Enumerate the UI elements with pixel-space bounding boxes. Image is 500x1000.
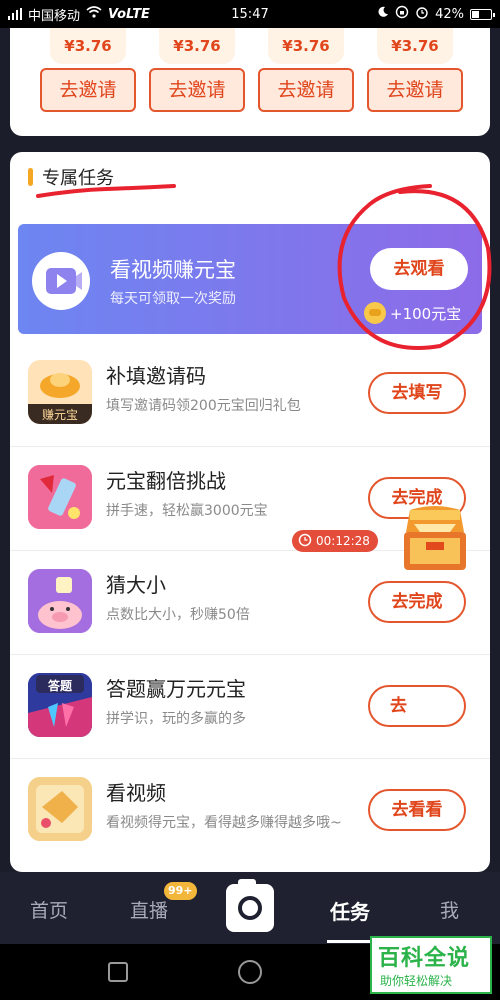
ingot-coin-icon [364, 302, 386, 324]
nav-live[interactable]: 直播 [130, 896, 168, 923]
video-play-icon [32, 252, 90, 310]
invite-button[interactable]: 去邀请 [258, 68, 354, 112]
camera-icon[interactable] [226, 879, 274, 932]
lock-rotation-icon [395, 5, 409, 23]
live-badge: 99+ [164, 882, 197, 900]
task-row: 赚元宝 补填邀请码 填写邀请码领200元宝回归礼包 去填写 [10, 342, 490, 446]
signal-icon [8, 8, 22, 20]
recent-apps-button[interactable] [108, 962, 128, 982]
battery-percent: 42% [435, 6, 464, 22]
task-desc: 看视频得元宝，看得越多赚得越多哦~ [106, 815, 342, 831]
invite-button[interactable]: 去邀请 [40, 68, 136, 112]
nav-home[interactable]: 首页 [30, 896, 68, 923]
invite-amount: ¥3.76 [268, 28, 344, 64]
invite-item: ¥3.76 去邀请 [40, 28, 136, 128]
task-action-button[interactable]: 去 [368, 685, 466, 727]
nav-me[interactable]: 我 [440, 896, 459, 923]
task-desc: 拼手速，轻松赢3000元宝 [106, 503, 268, 519]
section-header: 专属任务 [10, 152, 490, 204]
invite-amount: ¥3.76 [159, 28, 235, 64]
banner-reward: +100元宝 [364, 300, 461, 326]
status-bar: 中国移动 VoLTE 15:47 42% [0, 0, 500, 28]
watch-video-banner: 看视频赚元宝 每天可领取一次奖励 去观看 +100元宝 [18, 224, 482, 334]
banner-title: 看视频赚元宝 [110, 258, 236, 282]
task-title: 补填邀请码 [106, 364, 206, 388]
task-action-button[interactable]: 去填写 [368, 372, 466, 414]
invite-button[interactable]: 去邀请 [149, 68, 245, 112]
network-label: VoLTE [108, 6, 150, 22]
icon-caption: 赚元宝 [41, 408, 78, 422]
watermark-logo: 百科全说 助你轻松解决 [370, 936, 492, 994]
invite-item: ¥3.76 去邀请 [258, 28, 354, 128]
task-action-button[interactable]: 去完成 [368, 581, 466, 623]
reward-text: +100元宝 [390, 304, 462, 323]
invite-card: ¥3.76 去邀请 ¥3.76 去邀请 ¥3.76 去邀请 ¥3.76 去邀请 [10, 28, 490, 136]
task-row: 看视频 看视频得元宝，看得越多赚得越多哦~ 去看看 [10, 758, 490, 862]
moon-icon [377, 6, 389, 22]
pig-dice-icon [28, 569, 92, 633]
gold-ingot-icon: 赚元宝 [28, 360, 92, 424]
treasure-chest-icon[interactable] [400, 502, 470, 574]
nav-tasks[interactable]: 任务 [330, 896, 370, 925]
lipstick-icon [28, 465, 92, 529]
home-button[interactable] [238, 960, 262, 984]
task-row: 答题 答题赢万元元宝 拼学识，玩的多赢的多 去 [10, 654, 490, 758]
task-title: 看视频 [106, 781, 166, 805]
quiz-vs-icon: 答题 [28, 673, 92, 737]
invite-item: ¥3.76 去邀请 [149, 28, 245, 128]
banner-subtitle: 每天可领取一次奖励 [110, 291, 236, 307]
task-title: 答题赢万元元宝 [106, 677, 246, 701]
wifi-icon [86, 6, 102, 22]
task-title: 元宝翻倍挑战 [106, 469, 226, 493]
watch-button[interactable]: 去观看 [370, 248, 468, 290]
clock-icon [298, 533, 312, 550]
section-accent-bar [28, 168, 33, 186]
task-action-button[interactable]: 去看看 [368, 789, 466, 831]
invite-button[interactable]: 去邀请 [367, 68, 463, 112]
task-desc: 填写邀请码领200元宝回归礼包 [106, 398, 301, 414]
task-desc: 点数比大小，秒赚50倍 [106, 607, 250, 623]
annotation-underline [36, 184, 176, 198]
active-tab-indicator [327, 940, 375, 943]
battery-icon [470, 8, 495, 20]
timer-text: 00:12:28 [316, 534, 370, 548]
invite-item: ¥3.76 去邀请 [367, 28, 463, 128]
invite-amount: ¥3.76 [377, 28, 453, 64]
alarm-icon [415, 5, 429, 23]
video-gold-icon [28, 777, 92, 841]
watermark-sub: 助你轻松解决 [380, 974, 453, 988]
watermark-main: 百科全说 [378, 946, 471, 971]
icon-caption: 答题 [47, 679, 72, 693]
task-title: 猜大小 [106, 573, 166, 597]
bottom-nav: 首页 直播 99+ 任务 我 [0, 872, 500, 944]
carrier-label: 中国移动 [28, 8, 81, 24]
countdown-timer[interactable]: 00:12:28 [292, 530, 378, 552]
task-desc: 拼学识，玩的多赢的多 [106, 711, 246, 727]
invite-amount: ¥3.76 [50, 28, 126, 64]
